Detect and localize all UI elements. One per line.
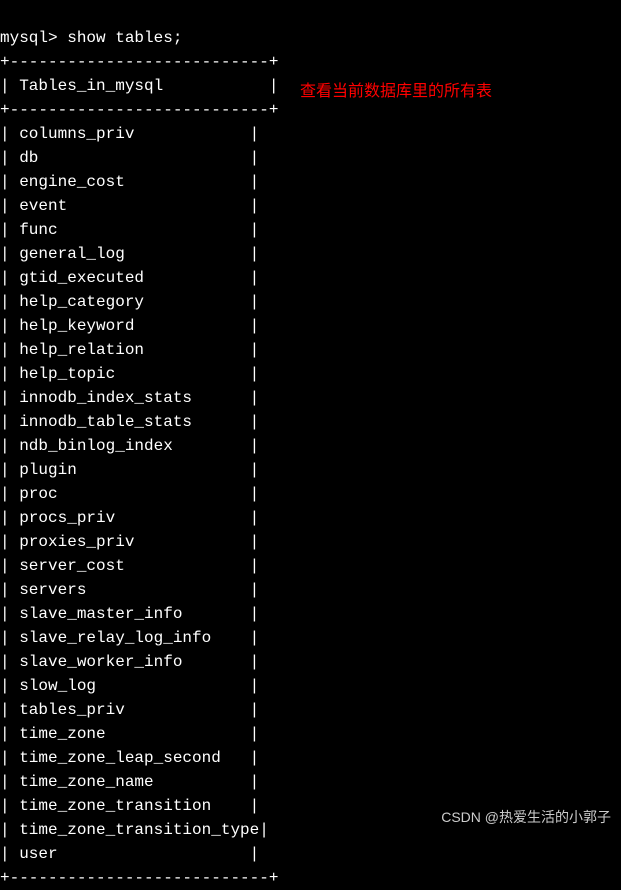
terminal-output: mysql> show tables; +-------------------… [0,0,621,890]
table-body: | columns_priv | | db | | engine_cost | … [0,122,621,866]
table-header: Tables_in_mysql [19,77,163,95]
watermark-text: CSDN @热爱生活的小郭子 [441,807,611,828]
table-border-top: +---------------------------+ [0,53,278,71]
table-border-mid: +---------------------------+ [0,101,278,119]
prompt: mysql> [0,29,67,47]
annotation-text: 查看当前数据库里的所有表 [300,80,492,104]
command: show tables; [67,29,182,47]
table-header-row: | Tables_in_mysql | [0,77,278,95]
prompt-line: mysql> show tables; [0,29,182,47]
table-border-bottom: +---------------------------+ [0,869,278,887]
